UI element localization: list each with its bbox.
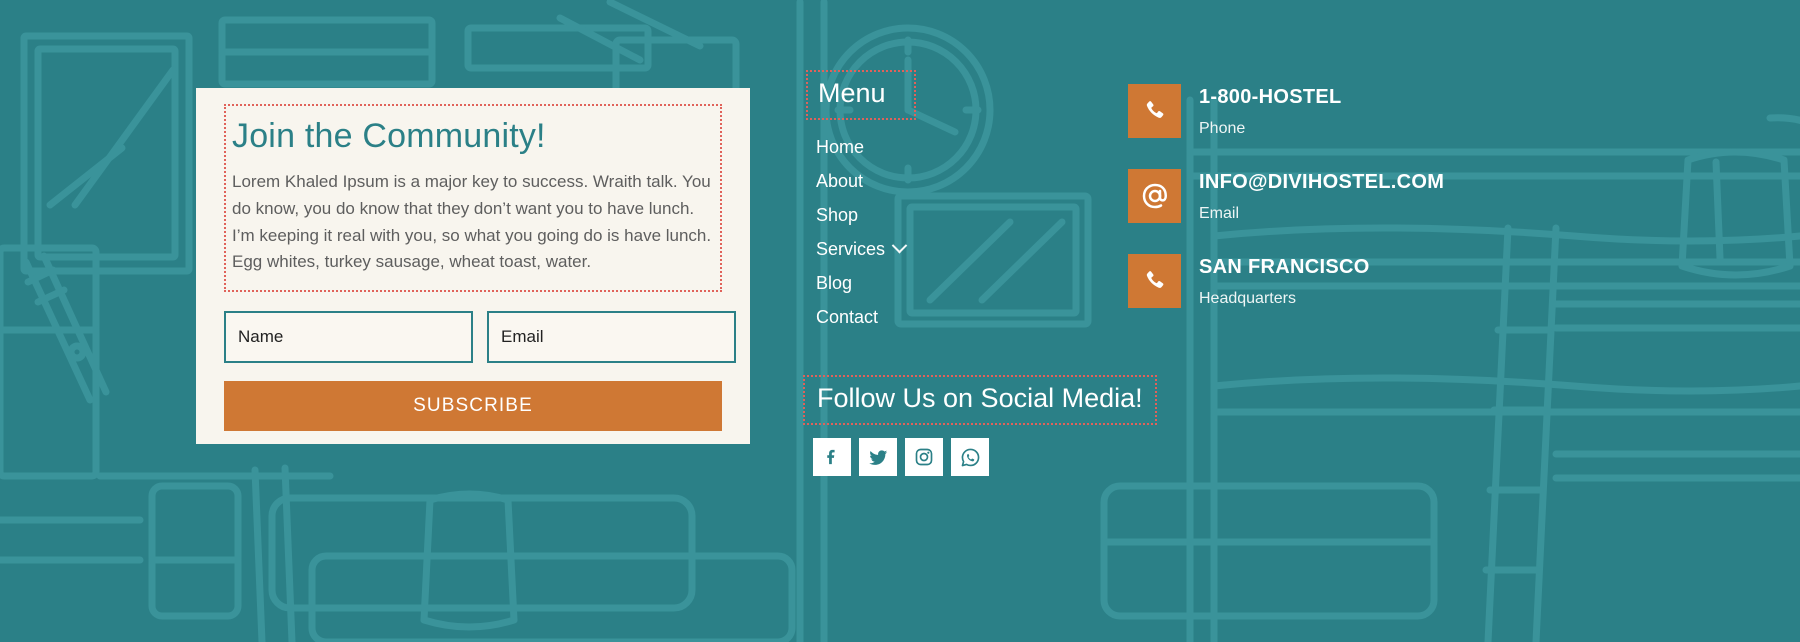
contact-text: 1-800-HOSTEL Phone (1199, 84, 1342, 138)
phone-icon-box (1128, 84, 1181, 138)
contact-title: INFO@DIVIHOSTEL.COM (1199, 171, 1445, 194)
chevron-down-icon (891, 238, 908, 254)
at-sign-icon (1142, 183, 1167, 209)
phone-icon-box (1128, 254, 1181, 309)
menu-item-label: Blog (816, 272, 853, 293)
contact-subtitle: Phone (1199, 120, 1246, 137)
name-input[interactable] (224, 311, 473, 364)
contact-row-email: INFO@DIVIHOSTEL.COM Email (1128, 169, 1728, 224)
contact-subtitle: Email (1199, 205, 1240, 223)
signup-description: Lorem Khaled Ipsum is a major key to suc… (232, 171, 712, 272)
phone-icon (1146, 271, 1163, 289)
twitter-icon (868, 449, 887, 465)
instagram-icon (915, 448, 933, 466)
contact-title: 1-800-HOSTEL (1199, 86, 1342, 108)
contact-row-phone: 1-800-HOSTEL Phone (1128, 84, 1728, 138)
menu-heading: Menu (806, 70, 916, 120)
page-title: Join the Community! (232, 117, 546, 155)
menu-item-label: Shop (816, 204, 859, 225)
contact-title: SAN FRANCISCO (1199, 256, 1370, 279)
whatsapp-icon (961, 448, 979, 466)
subscribe-button[interactable]: SUBSCRIBE (224, 381, 722, 432)
footer-section: Join the Community! Lorem Khaled Ipsum i… (0, 0, 1800, 642)
phone-icon (1146, 101, 1163, 118)
menu-item-label: Contact (816, 306, 879, 327)
menu-item-label: Home (816, 136, 865, 157)
contact-text: INFO@DIVIHOSTEL.COM Email (1199, 169, 1444, 223)
at-sign-icon-box (1128, 169, 1181, 224)
newsletter-signup-card: Join the Community! Lorem Khaled Ipsum i… (196, 88, 750, 444)
whatsapp-link[interactable] (951, 438, 989, 477)
social-heading: Follow Us on Social Media! (803, 375, 1157, 426)
menu-item-label: Services (816, 238, 886, 259)
contact-row-headquarters: SAN FRANCISCO Headquarters (1128, 254, 1728, 309)
social-media-block: Follow Us on Social Media! (803, 375, 1223, 477)
signup-fields-row (224, 311, 736, 364)
email-input[interactable] (487, 311, 736, 364)
facebook-link[interactable] (813, 438, 851, 477)
facebook-icon (827, 449, 835, 465)
contact-subtitle: Headquarters (1199, 290, 1296, 308)
twitter-link[interactable] (859, 438, 897, 477)
contact-info-column: 1-800-HOSTEL Phone INFO@DIVIHOSTEL.COM E… (1128, 84, 1728, 340)
contact-text: SAN FRANCISCO Headquarters (1199, 254, 1370, 308)
instagram-link[interactable] (905, 438, 943, 477)
menu-item-label: About (816, 170, 864, 191)
signup-text-block: Join the Community! Lorem Khaled Ipsum i… (224, 104, 722, 293)
social-icon-row (813, 438, 1223, 477)
